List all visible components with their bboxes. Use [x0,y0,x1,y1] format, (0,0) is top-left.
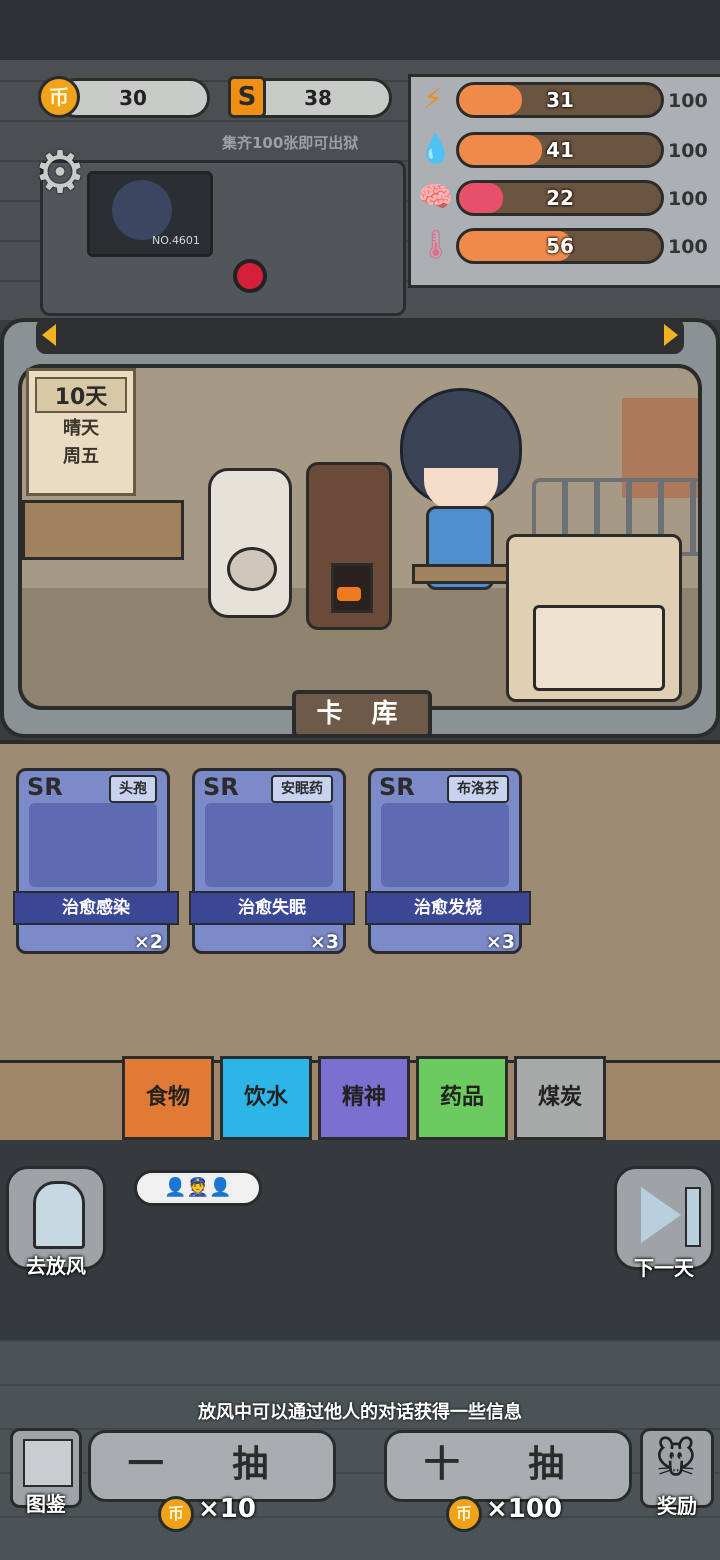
draw-one-button[interactable]: 一 抽 [88,1430,336,1502]
card-count: ×3 [309,931,339,953]
card-name: 安眠药 [271,775,333,803]
coin-value: 30 [119,86,147,110]
calendar-weather: 晴天 [63,418,99,439]
gallery-label: 图鉴 [26,1492,66,1516]
card-name: 头孢 [109,775,157,803]
calendar-weekday: 周五 [63,446,99,467]
face-icon: 👤👮👤 [164,1177,232,1198]
card-name: 布洛芬 [447,775,509,803]
tab-water[interactable]: 饮水 [220,1056,312,1140]
escape-note: 集齐100张即可出狱 [222,134,359,152]
pill-bottle-icon [205,803,333,887]
energy-value: 31 [546,88,574,112]
pill-box-icon [29,803,157,887]
hint-text: 放风中可以通过他人的对话获得一些信息 [198,1402,522,1423]
water-bar: 41 [456,132,664,168]
ceiling [0,0,720,60]
coal-stove[interactable] [306,462,392,630]
corridor-shadow [0,1140,720,1340]
card-effect: 治愈感染 [13,891,179,925]
wooden-desk [22,500,184,560]
next-arrow-icon[interactable] [664,324,678,346]
water-drop-icon: 💧 [418,132,453,165]
prisoner-character[interactable] [396,388,524,600]
settings-gear-icon[interactable]: ⚙ [28,140,92,204]
calendar-day: 10天 [35,377,127,413]
shard-value: 38 [304,86,332,110]
card-count: ×3 [485,931,515,953]
play-next-icon [641,1187,681,1243]
card-rarity: SR [203,773,239,801]
card-sleeping-pill[interactable]: SR 安眠药 治愈失眠 ×3 [189,768,355,958]
card-ibuprofen[interactable]: SR 布洛芬 治愈发烧 ×3 [365,768,531,958]
card-library-tab[interactable]: 卡 库 [292,690,432,738]
prev-arrow-icon[interactable] [42,324,56,346]
wall-calendar: 10天 晴天 周五 [26,368,136,496]
energy-max: 100 [668,90,708,112]
water-value: 41 [546,138,574,162]
bed[interactable] [506,534,682,702]
control-machine: NO.4601 [40,160,406,316]
prisoner-portrait [112,180,172,240]
card-effect: 治愈失眠 [189,891,355,925]
monitor-label: NO.4601 [152,234,200,247]
temperature-value: 56 [546,234,574,258]
medicine-box-icon [381,803,509,887]
alarm-light [233,259,267,293]
prisoner-face [424,468,498,510]
temperature-bar: 56 [456,228,664,264]
tab-medicine[interactable]: 药品 [416,1056,508,1140]
reward-label: 奖励 [657,1494,697,1518]
tab-food[interactable]: 食物 [122,1056,214,1140]
card-effect: 治愈发烧 [365,891,531,925]
card-rarity: SR [27,773,63,801]
shard-counter: 38 [244,78,392,118]
mouse-icon: 🐭 [655,1437,697,1483]
draw-one-cost: ×10 [198,1494,256,1524]
energy-bar: 31 [456,82,664,118]
card-rarity: SR [379,773,415,801]
card-count: ×2 [133,931,163,953]
coin-icon: 币 [158,1496,194,1532]
water-max: 100 [668,140,708,162]
tab-mind[interactable]: 精神 [318,1056,410,1140]
chat-bubble[interactable]: 👤👮👤 [134,1170,262,1206]
brain-icon: 🧠 [418,180,453,213]
coin-icon: 币 [38,76,80,118]
thermometer-icon: 🌡 [418,228,454,261]
mind-value: 22 [546,186,574,210]
mind-bar: 22 [456,180,664,216]
draw-ten-cost: ×100 [486,1494,563,1524]
coin-icon: 币 [446,1496,482,1532]
book-icon [23,1439,73,1487]
draw-ten-button[interactable]: 十 抽 [384,1430,632,1502]
lightning-icon: ⚡ [423,82,443,115]
temperature-max: 100 [668,236,708,258]
toilet [208,468,292,618]
next-day-label: 下一天 [634,1256,694,1280]
tab-coal[interactable]: 煤炭 [514,1056,606,1140]
mind-max: 100 [668,188,708,210]
card-cefalosporin[interactable]: SR 头孢 治愈感染 ×2 [13,768,179,958]
monitor-screen: NO.4601 [87,171,213,257]
room-nav-bar [36,318,684,354]
shard-icon: S [228,76,266,118]
stool [412,564,514,584]
go-out-label: 去放风 [26,1254,86,1278]
door-icon [33,1181,85,1249]
